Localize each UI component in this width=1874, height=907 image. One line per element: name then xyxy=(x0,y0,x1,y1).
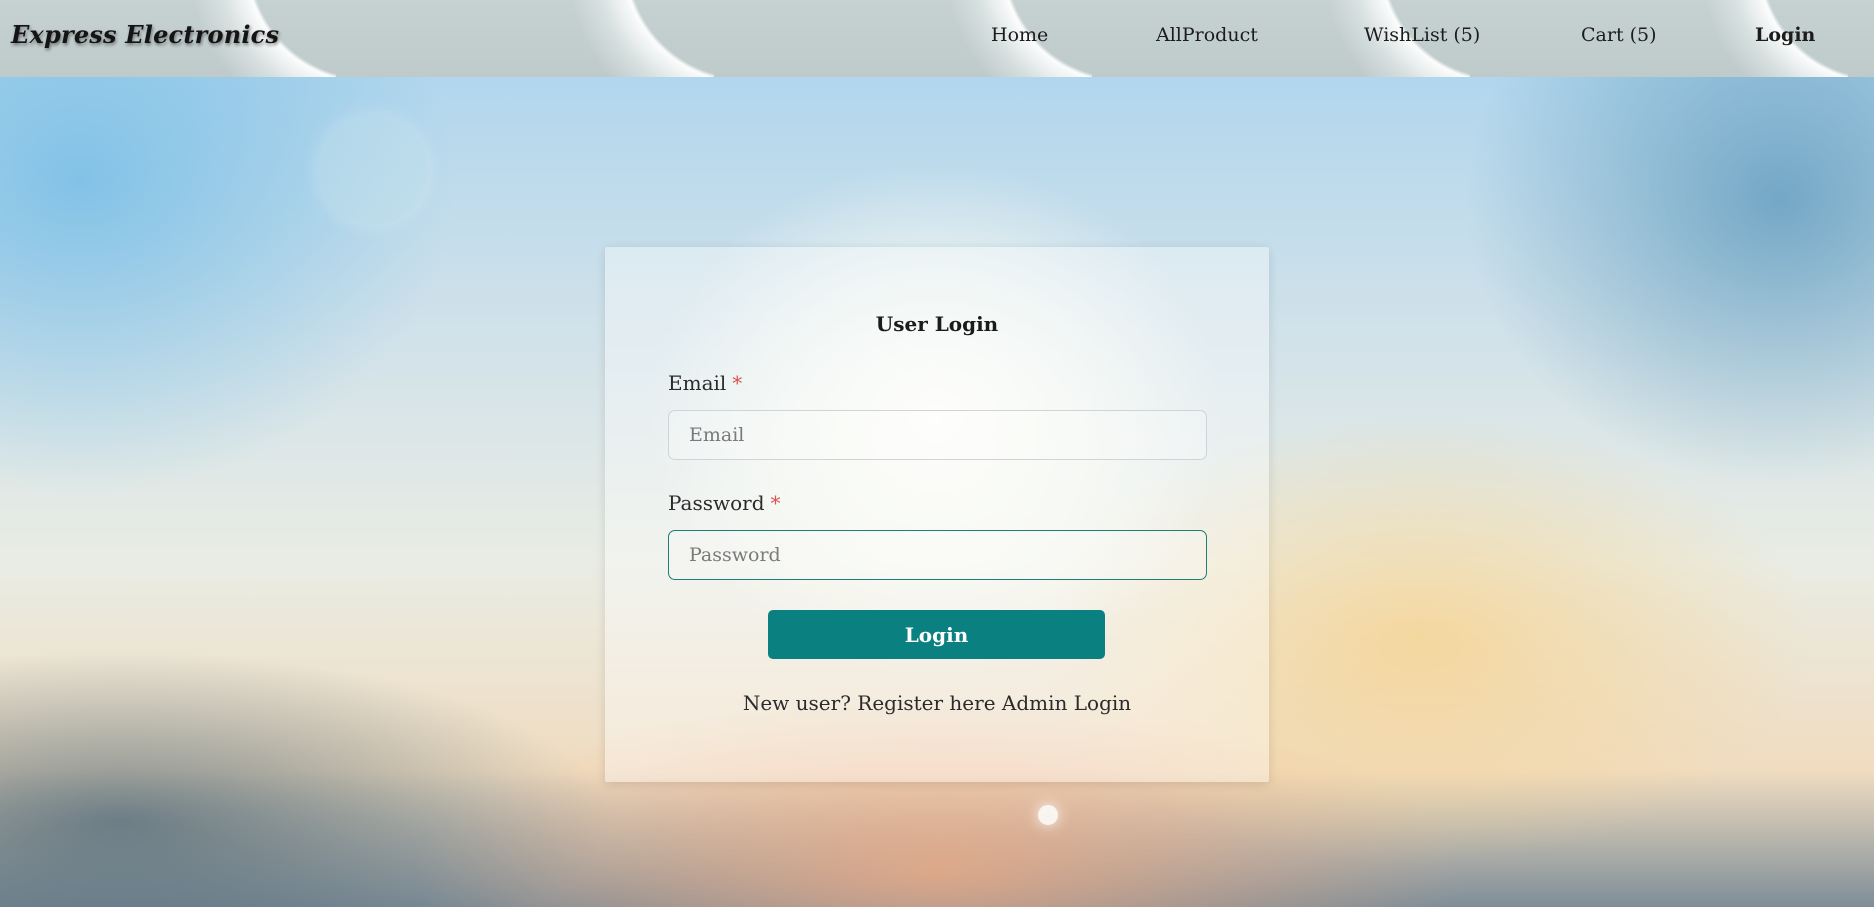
nav-cart[interactable]: Cart (5) xyxy=(1581,24,1657,46)
required-marker: * xyxy=(770,491,781,515)
nav-wishlist[interactable]: WishList (5) xyxy=(1364,24,1480,46)
password-label-text: Password xyxy=(668,491,765,515)
admin-login-link[interactable]: Admin Login xyxy=(1002,691,1131,715)
new-user-text: New user? xyxy=(742,691,851,715)
login-button[interactable]: Login xyxy=(768,610,1105,659)
brand-logo[interactable]: Express Electronics xyxy=(11,20,279,49)
email-field[interactable] xyxy=(668,410,1207,460)
page-title: User Login xyxy=(875,312,999,336)
email-label: Email * xyxy=(668,371,742,395)
background-bokeh xyxy=(318,115,428,225)
navbar-decoration xyxy=(1848,0,1874,77)
background-sparkle xyxy=(1038,805,1058,825)
login-card: User Login Email* Password* Login New us… xyxy=(605,247,1269,782)
navbar-decoration xyxy=(336,0,714,77)
nav-all-product[interactable]: AllProduct xyxy=(1156,24,1258,46)
email-label-text: Email xyxy=(668,371,727,395)
nav-login[interactable]: Login xyxy=(1755,24,1815,46)
password-field[interactable] xyxy=(668,530,1207,580)
nav-home[interactable]: Home xyxy=(991,24,1048,46)
account-links: New user? Register here Admin Login xyxy=(605,691,1269,715)
register-link[interactable]: Register here xyxy=(857,691,995,715)
required-marker: * xyxy=(732,371,743,395)
top-navbar: Express Electronics Home AllProduct Wish… xyxy=(0,0,1874,77)
password-label: Password * xyxy=(668,491,781,515)
